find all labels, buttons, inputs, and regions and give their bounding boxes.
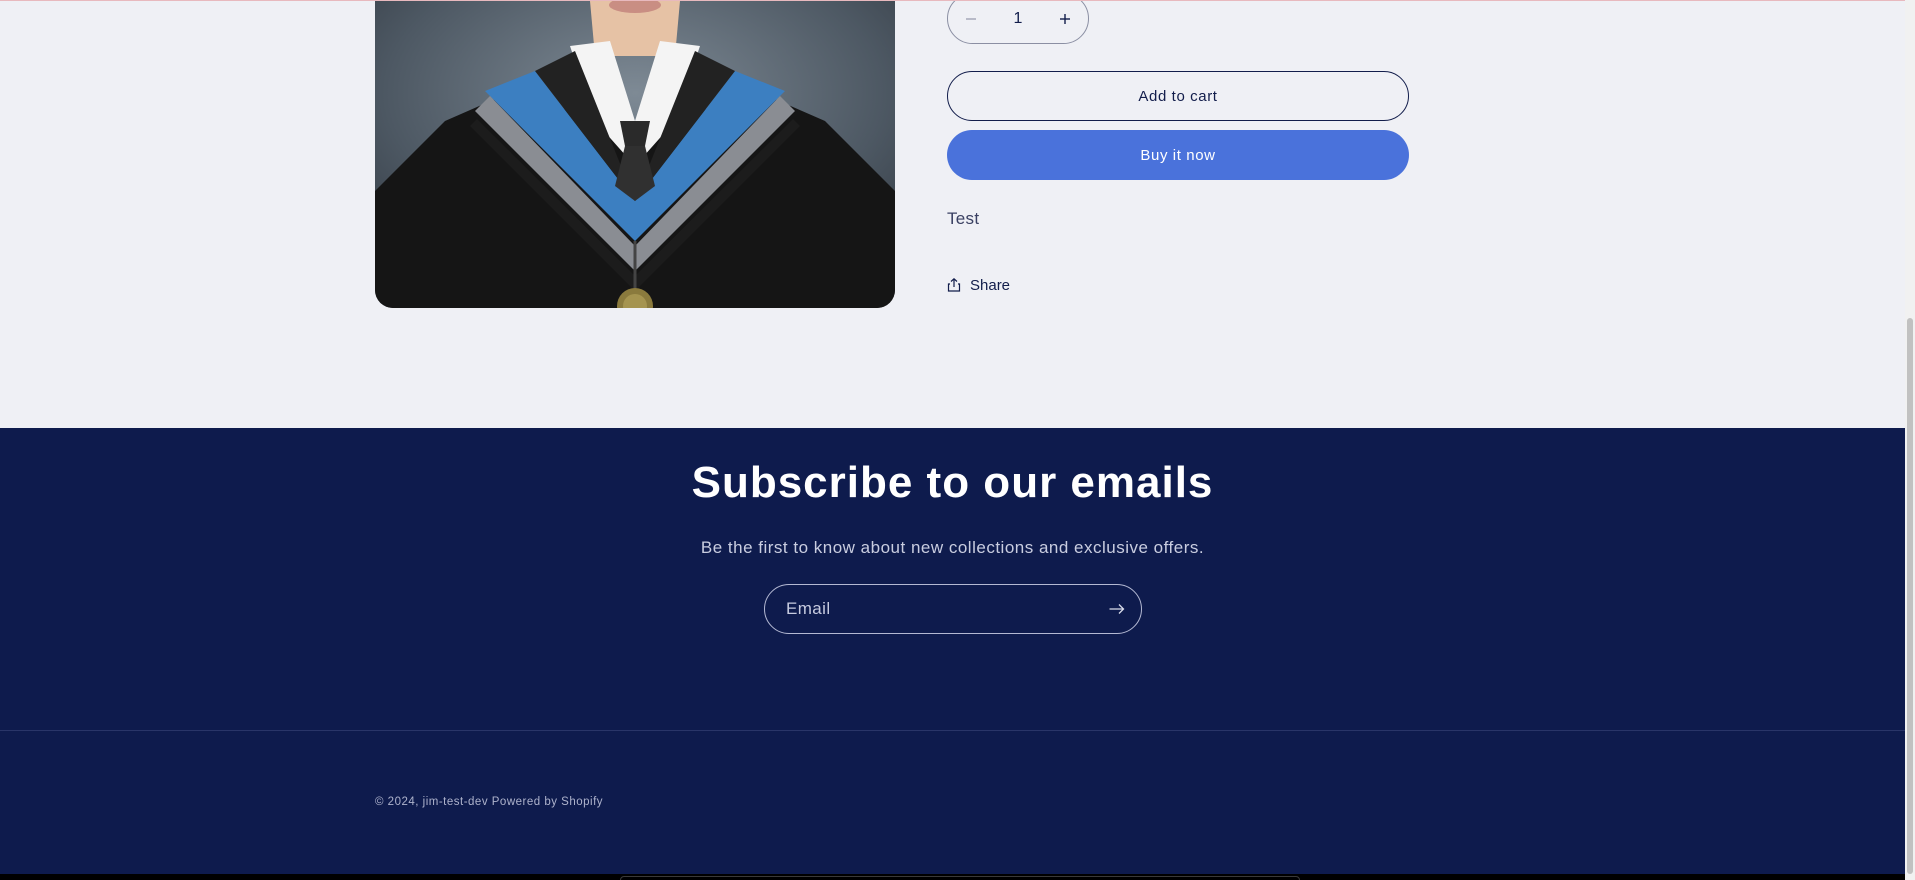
product-image[interactable] <box>375 1 895 308</box>
minus-icon <box>966 17 976 20</box>
email-field[interactable]: Email <box>764 584 1142 634</box>
newsletter-section: Subscribe to our emails Be the first to … <box>0 428 1905 731</box>
add-to-cart-button[interactable]: Add to cart <box>947 71 1409 121</box>
newsletter-title: Subscribe to our emails <box>691 458 1214 507</box>
arrow-right-icon <box>1109 604 1125 614</box>
share-button[interactable]: Share <box>947 275 1010 295</box>
subscribe-submit-button[interactable] <box>1109 603 1125 615</box>
share-label: Share <box>970 276 1011 294</box>
quantity-input[interactable]: 1 <box>994 10 1042 28</box>
email-placeholder: Email <box>786 599 831 618</box>
decrease-quantity-button[interactable] <box>948 1 994 43</box>
share-icon <box>947 278 961 292</box>
site-footer: © 2024, jim-test-dev Powered by Shopify <box>0 730 1905 874</box>
plus-icon <box>1060 13 1070 24</box>
buy-now-button[interactable]: Buy it now <box>947 130 1409 180</box>
increase-quantity-button[interactable] <box>1042 1 1088 43</box>
graduate-photo <box>375 1 895 308</box>
quantity-selector: 1 <box>947 1 1089 44</box>
browser-bottom-bar <box>620 876 1300 880</box>
product-page: 1 Add to cart Buy it now Test Share Subs… <box>0 0 1905 874</box>
newsletter-subtitle: Be the first to know about new collectio… <box>700 538 1205 557</box>
scrollbar-thumb[interactable] <box>1907 318 1913 874</box>
product-description: Test <box>947 209 980 228</box>
footer-copyright[interactable]: © 2024, jim-test-dev Powered by Shopify <box>375 796 603 808</box>
